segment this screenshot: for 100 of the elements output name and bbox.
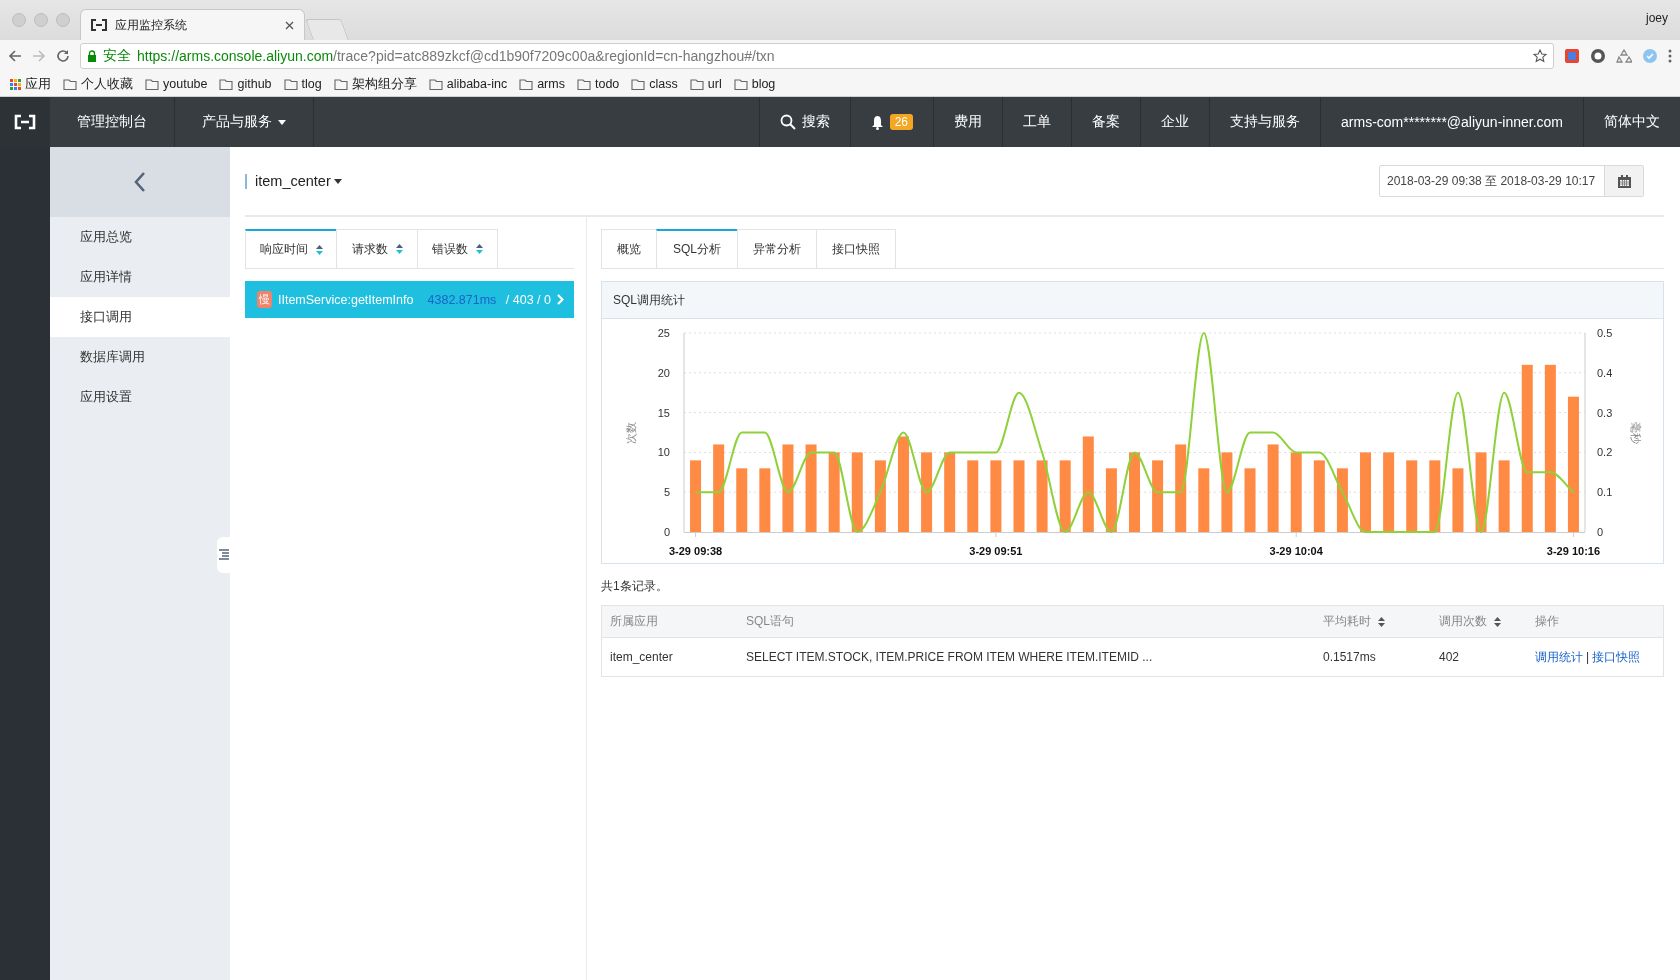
chart-bar (1452, 468, 1464, 532)
sort-icon (476, 244, 483, 254)
sidebar-item[interactable]: 接口调用 (50, 297, 230, 337)
tick-label: 0.4 (1597, 366, 1613, 379)
back-icon[interactable] (134, 172, 146, 192)
chart-bar (1244, 468, 1256, 532)
separator: | (1586, 649, 1590, 664)
address-bar[interactable]: 安全 https://arms.console.aliyun.com/trace?pid=atc889zkcf@cd1b90f7209c00a&regionId=cn-hangzhou#/txn (80, 43, 1554, 69)
chart-bar (967, 460, 979, 532)
folder-icon (145, 77, 159, 91)
bookmark[interactable]: blog (733, 77, 776, 91)
column-header: 操作 (1535, 613, 1559, 630)
secure-label: 安全 (103, 47, 131, 65)
apps-icon (10, 78, 21, 90)
record-count: 共1条记录。 (601, 578, 669, 595)
tick-label: 20 (657, 366, 670, 379)
browser-tab[interactable]: 应用监控系统 (80, 9, 305, 40)
tick-label: 10 (657, 446, 670, 459)
bookmark[interactable]: url (689, 77, 722, 91)
folder-icon (428, 77, 443, 91)
logo-icon[interactable] (14, 114, 36, 130)
action-link[interactable]: 接口快照 (1592, 649, 1641, 664)
folder-icon (333, 77, 348, 91)
folder-icon (631, 77, 646, 91)
tick-label: 3-29 10:16 (1546, 545, 1601, 557)
close-icon[interactable] (285, 20, 294, 30)
calendar-icon[interactable] (1617, 174, 1631, 188)
menu-icon[interactable] (1668, 49, 1672, 63)
back-icon[interactable] (8, 49, 22, 63)
bookmark[interactable]: 个人收藏 (63, 75, 133, 93)
search-icon (779, 114, 796, 130)
tick-label: 25 (657, 327, 670, 339)
date-range-field[interactable]: 2018-03-29 09:38 至 2018-03-29 10:17 (1379, 165, 1644, 197)
action-link[interactable]: 调用统计 (1535, 649, 1583, 664)
folder-icon (219, 77, 234, 91)
bookmark[interactable]: alibaba-inc (428, 77, 508, 91)
chart-bar (1313, 460, 1325, 532)
folder-icon (689, 77, 704, 91)
notification-count: 26 (889, 114, 914, 130)
interface-name: IItemService:getItemInfo (278, 292, 415, 307)
detail-tab[interactable]: 概览 (601, 229, 657, 268)
chart-bar (1198, 468, 1210, 532)
chart-bar (1152, 460, 1164, 532)
collapse-handle[interactable] (217, 537, 230, 573)
sidebar-item[interactable]: 应用详情 (50, 257, 230, 297)
logo-icon (91, 19, 107, 31)
tick-label: 3-29 10:04 (1269, 545, 1323, 557)
chart-bar (990, 460, 1002, 532)
profile-name[interactable]: joey (1646, 11, 1668, 25)
chart-bar (1406, 460, 1418, 532)
tick-label: 5 (663, 486, 670, 499)
slow-badge: 慢 (257, 291, 272, 308)
table-cell: 0.1517ms (1323, 650, 1376, 664)
chart-bar (1105, 468, 1117, 532)
lock-icon (87, 50, 97, 62)
tick-label: 0.1 (1597, 486, 1613, 499)
sort-tab[interactable]: 响应时间 (245, 229, 337, 268)
list-icon (218, 549, 229, 561)
tick-label: 3-29 09:38 (668, 545, 723, 557)
bookmark[interactable]: youtube (145, 77, 208, 91)
app-selector[interactable]: item_center (245, 173, 342, 189)
bookmark[interactable]: github (219, 77, 272, 91)
sidebar-item[interactable]: 应用设置 (50, 377, 230, 417)
chart-bar (1059, 460, 1071, 532)
detail-tab[interactable]: 接口快照 (816, 229, 896, 268)
chart-bar (1336, 468, 1348, 532)
tick-label: 3-29 09:51 (969, 545, 1023, 557)
table-cell: SELECT ITEM.STOCK, ITEM.PRICE FROM ITEM WHERE ITEM.ITEMID ... (746, 650, 1153, 664)
bookmark[interactable]: tlog (283, 77, 322, 91)
sort-tab[interactable]: 错误数 (417, 229, 498, 268)
extension-icon[interactable] (1590, 48, 1606, 64)
bookmark[interactable]: todo (576, 77, 620, 91)
bookmark[interactable]: 架构组分享 (333, 75, 417, 93)
bookmark[interactable]: class (631, 77, 678, 91)
tick-label: 15 (657, 406, 670, 419)
tick-label: 0 (1597, 526, 1604, 538)
tick-label: 0.2 (1597, 446, 1613, 459)
sidebar-item[interactable]: 应用总览 (50, 217, 230, 257)
chevron-icon (557, 294, 564, 305)
tick-label: 0.3 (1597, 406, 1613, 419)
extension-icon[interactable] (1564, 48, 1580, 64)
caret-icon (278, 119, 286, 125)
chart-bar (690, 460, 702, 532)
sort-icon (395, 244, 403, 254)
bookmark[interactable]: arms (519, 77, 565, 91)
chart-bar (1498, 460, 1510, 532)
tick-label: 0 (663, 526, 670, 538)
sidebar-item[interactable]: 数据库调用 (50, 337, 230, 377)
bookmark[interactable]: 应用 (10, 75, 51, 93)
folder-icon (519, 77, 534, 91)
table-cell: 402 (1439, 650, 1460, 664)
chart-bar (1013, 460, 1025, 532)
reload-icon[interactable] (56, 49, 70, 63)
chart-bar (736, 468, 748, 532)
column-header: 所属应用 (610, 613, 658, 630)
folder-icon (283, 77, 298, 91)
tick-label: 0.5 (1597, 327, 1613, 339)
recycle-icon[interactable] (1616, 48, 1632, 64)
tab-title: 应用监控系统 (115, 16, 188, 34)
star-icon[interactable] (1533, 49, 1547, 63)
